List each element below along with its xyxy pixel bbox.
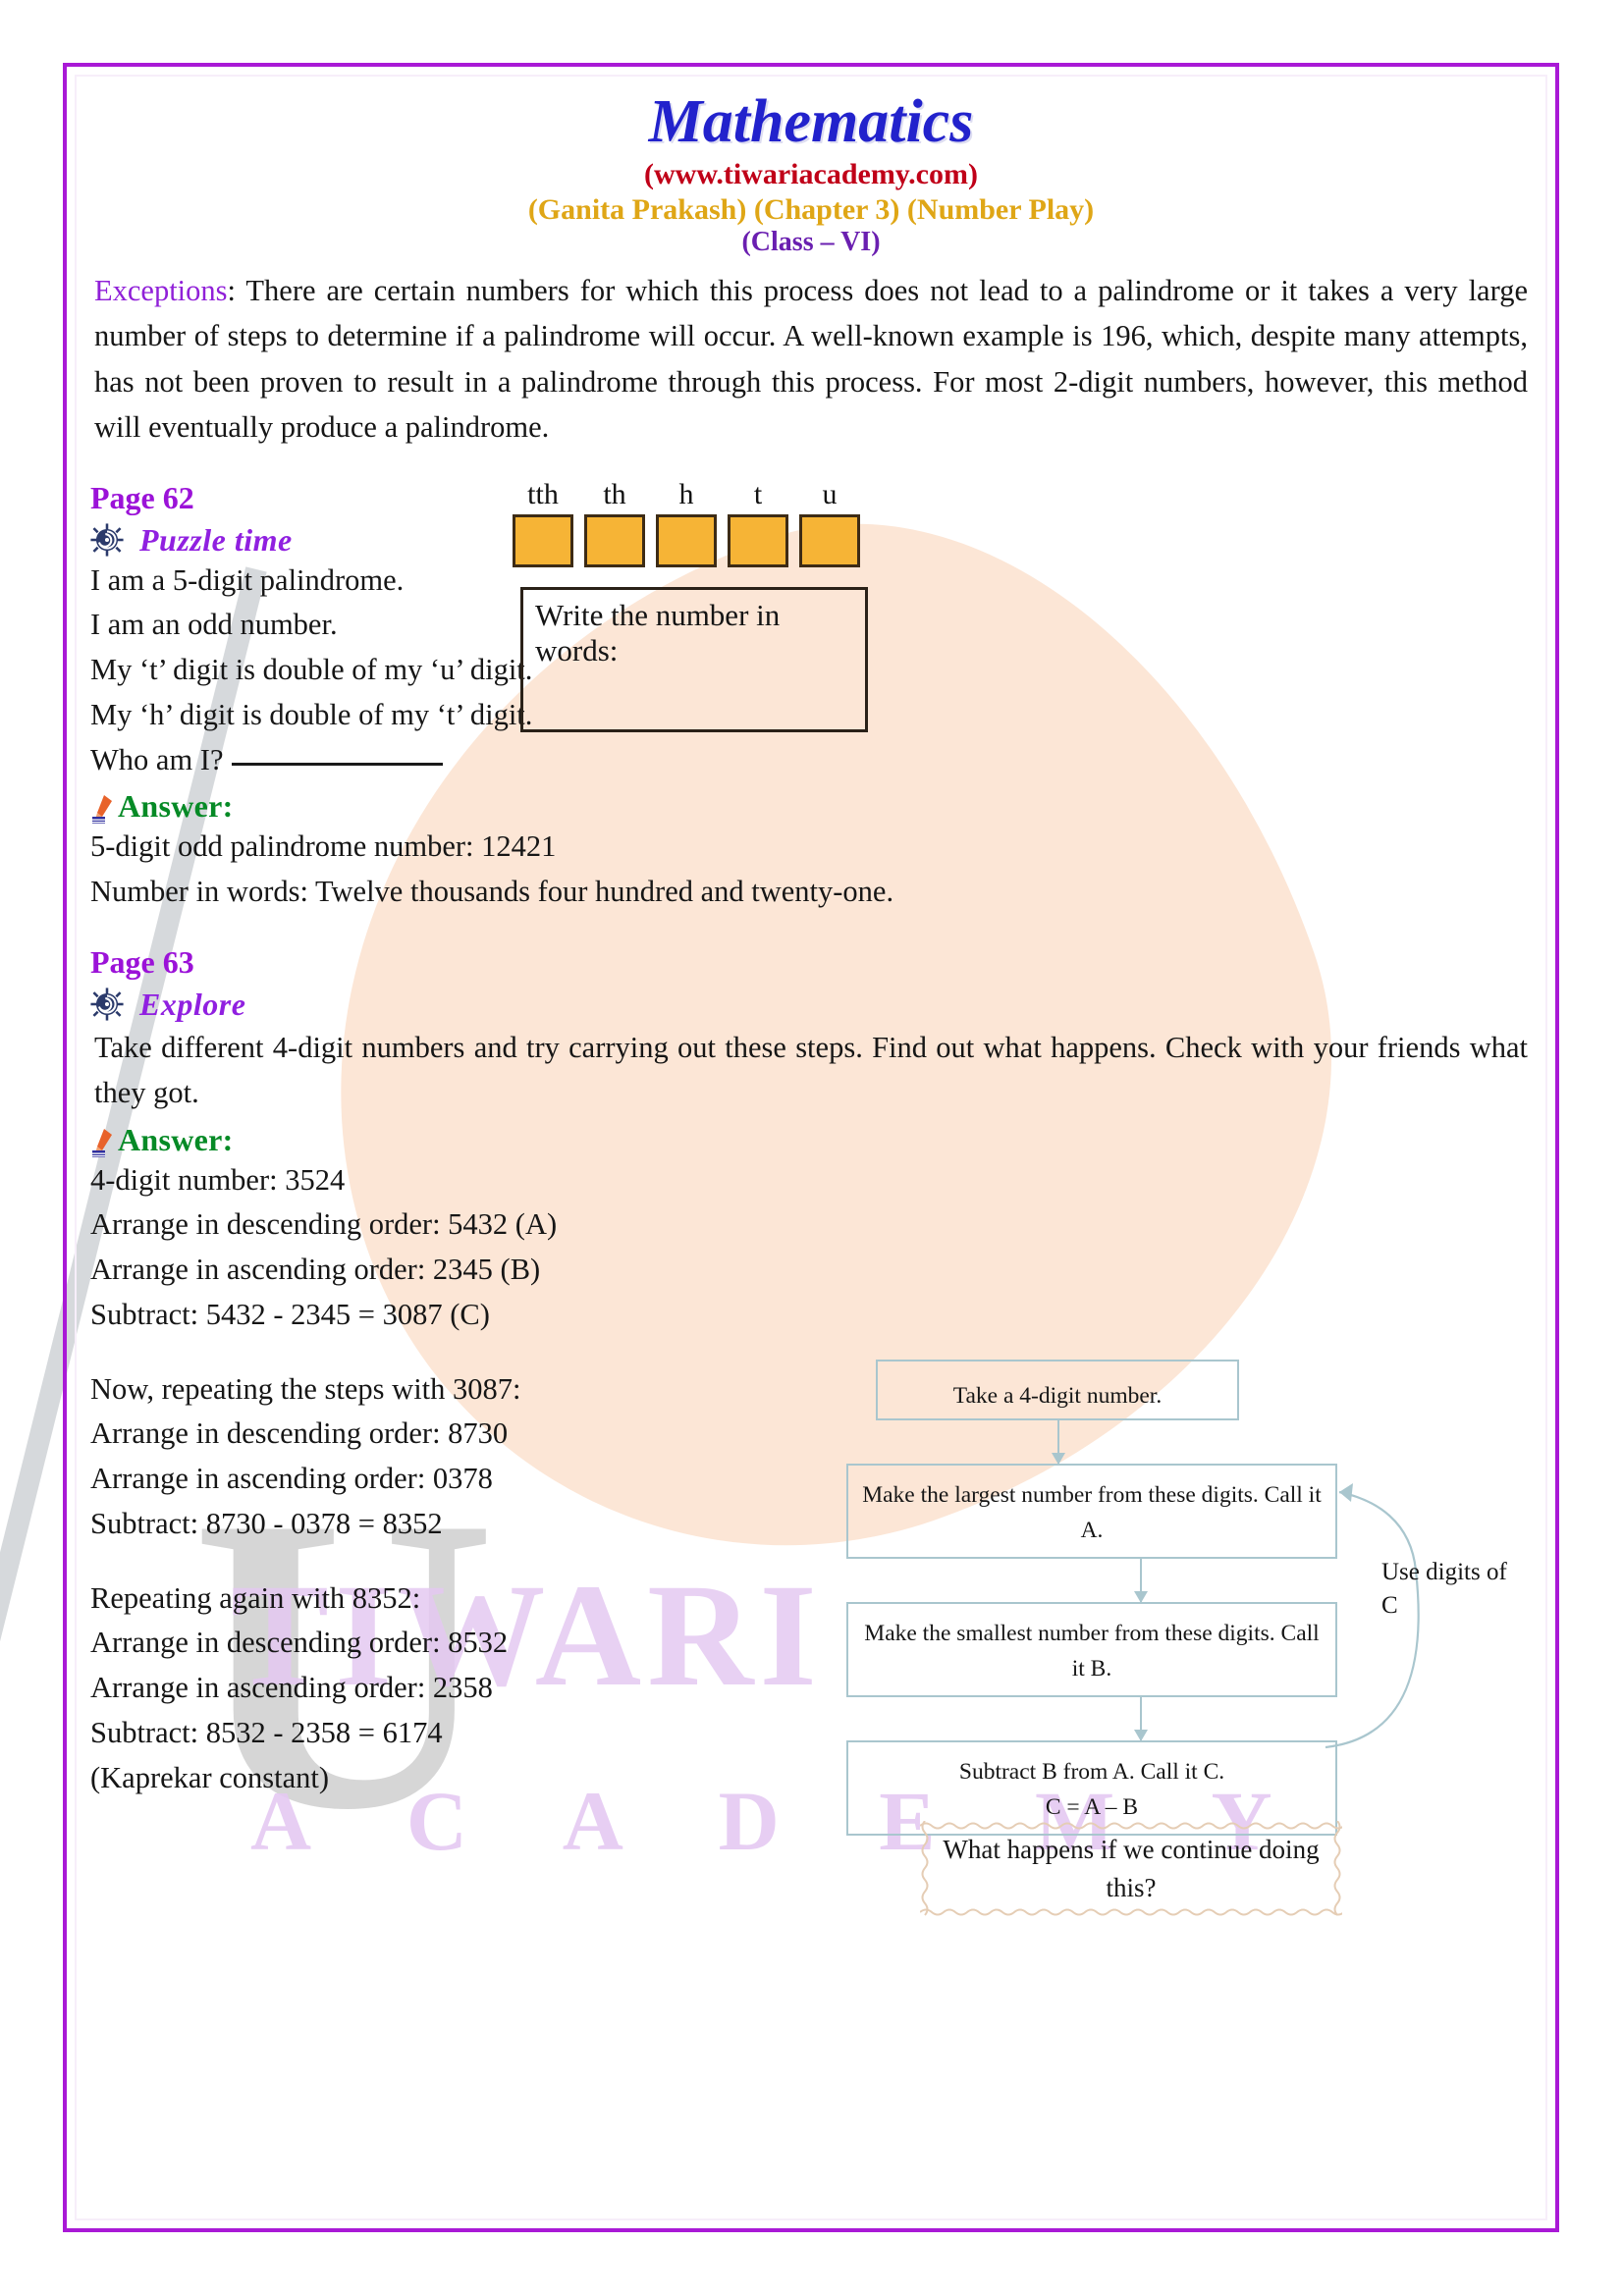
page62-answer-heading: Answer: <box>90 788 778 825</box>
document-page: U TIWARI A C A D E M Y Mathematics (www.… <box>0 0 1623 2296</box>
write-number-in-words-box[interactable]: Write the number in words: <box>520 586 868 732</box>
explore-label: Explore <box>139 986 246 1022</box>
flowchart-box-take-number: Take a 4-digit number. <box>876 1360 1239 1420</box>
flowchart-arrow <box>1134 1697 1148 1741</box>
page63-answer-line: 4-digit number: 3524 <box>90 1162 346 1197</box>
place-value-widget: tth th h t u Write the number in words: <box>513 477 905 732</box>
page63-label: Page 63 <box>90 943 194 980</box>
place-value-box-h[interactable] <box>656 513 717 567</box>
puzzle-time-label: Puzzle time <box>139 521 293 558</box>
kaprekar-flowchart: Take a 4-digit number. Make the largest … <box>846 1360 1507 1916</box>
page62-section: Page 62 Puzzle time I am a 5-digit palin… <box>90 477 1532 915</box>
flowchart-question-box: What happens if we continue doing this? <box>920 1821 1342 1917</box>
flowchart-arrow <box>1134 1559 1148 1603</box>
place-value-labels: tth th h t u <box>513 477 905 510</box>
chapter-subtitle: (Ganita Prakash) (Chapter 3) (Number Pla… <box>527 193 1095 227</box>
who-am-i-label: Who am I? <box>90 742 224 776</box>
flowchart-subtract-line1: Subtract B from A. Call it C. <box>958 1759 1225 1785</box>
gear-spiral-icon <box>90 523 124 557</box>
who-am-i-line: Who am I? <box>90 738 778 783</box>
page62-answer-line: 5-digit odd palindrome number: 12421 <box>90 829 557 864</box>
page-title: Mathematics <box>648 88 974 155</box>
page63-answer-label: Answer: <box>118 1121 234 1157</box>
page62-answer-label: Answer: <box>118 788 234 825</box>
place-value-box-tth[interactable] <box>513 513 573 567</box>
exceptions-paragraph: Exceptions: There are certain numbers fo… <box>90 268 1532 450</box>
place-value-box-th[interactable] <box>584 513 645 567</box>
place-value-label-th: th <box>603 477 626 510</box>
write-number-in-words-prompt: Write the number in words: <box>535 597 781 667</box>
place-value-label-h: h <box>678 477 694 510</box>
place-value-label-u: u <box>822 477 838 510</box>
site-url: (www.tiwariacademy.com) <box>644 158 978 191</box>
exceptions-label: Exceptions <box>94 274 228 308</box>
gear-spiral-icon <box>90 988 124 1021</box>
flowchart-question-text: What happens if we continue doing this? <box>943 1834 1320 1902</box>
pen-nib-icon <box>92 1128 112 1157</box>
place-value-label-t: t <box>753 477 763 510</box>
flowchart-box-smallest: Make the smallest number from these digi… <box>846 1602 1337 1697</box>
page63-answer-heading: Answer: <box>90 1122 1532 1158</box>
explore-heading: Explore <box>90 987 1532 1023</box>
flowchart-arrow <box>1052 1420 1065 1465</box>
flowchart-box-largest: Make the largest number from these digit… <box>846 1464 1337 1559</box>
place-value-label-tth: tth <box>527 477 559 510</box>
place-value-boxes <box>513 513 905 567</box>
exceptions-body: : There are certain numbers for which th… <box>94 274 1528 445</box>
flowchart-loop-label: Use digits of C <box>1381 1559 1507 1619</box>
place-value-box-t[interactable] <box>728 513 788 567</box>
page63-answer-line: Arrange in ascending order: 2345 (B) <box>90 1253 541 1286</box>
who-am-i-blank[interactable] <box>231 762 443 766</box>
pen-nib-icon <box>92 795 112 825</box>
place-value-box-u[interactable] <box>799 513 860 567</box>
class-subtitle: (Class – VI) <box>741 227 881 258</box>
page63-answer-line: Arrange in descending order: 5432 (A) <box>90 1207 558 1242</box>
page63-answer-line: Subtract: 5432 - 2345 = 3087 (C) <box>90 1297 490 1331</box>
page62-answer-line: Number in words: Twelve thousands four h… <box>90 875 894 909</box>
page63-prompt: Take different 4-digit numbers and try c… <box>94 1030 1528 1110</box>
page-content: Mathematics (www.tiwariacademy.com) (Gan… <box>90 79 1532 2209</box>
